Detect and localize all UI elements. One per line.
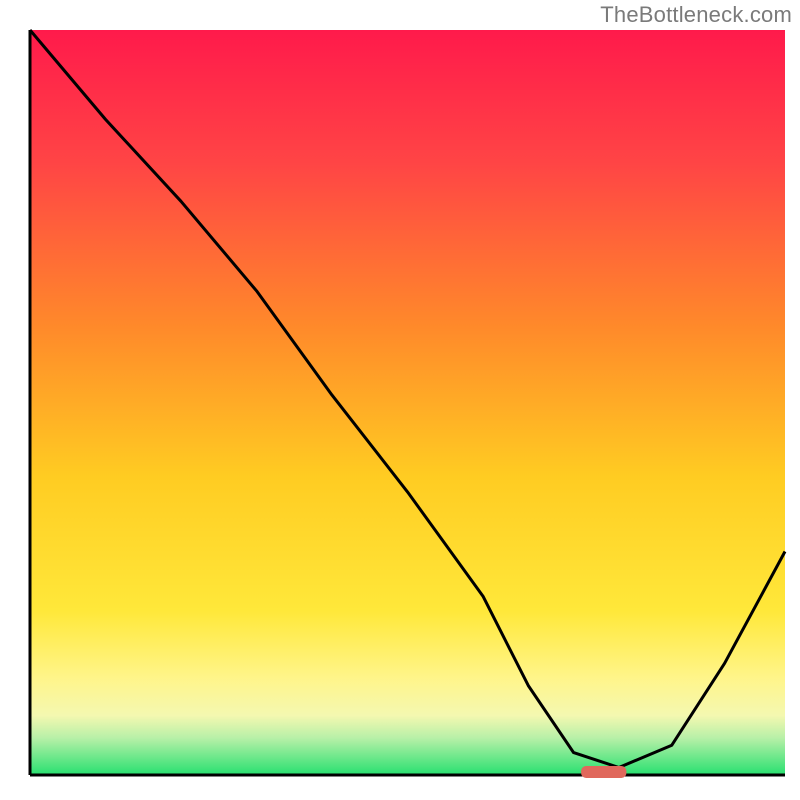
watermark-label: TheBottleneck.com [600, 2, 792, 28]
optimal-marker [581, 766, 626, 778]
plot-background [30, 30, 785, 775]
bottleneck-chart [0, 0, 800, 800]
